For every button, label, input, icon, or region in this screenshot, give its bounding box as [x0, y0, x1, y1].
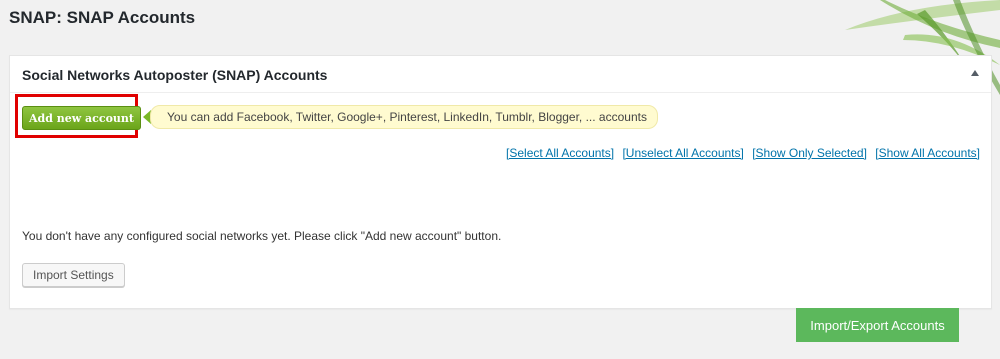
empty-accounts-message: You don't have any configured social net…	[22, 229, 502, 243]
add-account-hint: You can add Facebook, Twitter, Google+, …	[143, 105, 658, 129]
import-settings-button[interactable]: Import Settings	[22, 263, 125, 287]
accounts-panel: Social Networks Autoposter (SNAP) Accoun…	[9, 55, 992, 309]
page: SNAP: SNAP Accounts Social Networks Auto…	[0, 0, 1000, 359]
hint-text: You can add Facebook, Twitter, Google+, …	[150, 105, 658, 129]
select-all-accounts-link[interactable]: [Select All Accounts]	[506, 146, 614, 160]
import-export-accounts-button[interactable]: Import/Export Accounts	[796, 308, 959, 342]
panel-header: Social Networks Autoposter (SNAP) Accoun…	[10, 56, 991, 93]
account-selection-links: [Select All Accounts] [Unselect All Acco…	[501, 146, 980, 160]
page-title: SNAP: SNAP Accounts	[9, 8, 196, 27]
unselect-all-accounts-link[interactable]: [Unselect All Accounts]	[622, 146, 743, 160]
show-all-accounts-link[interactable]: [Show All Accounts]	[875, 146, 980, 160]
collapse-toggle-icon[interactable]	[971, 70, 979, 76]
show-only-selected-link[interactable]: [Show Only Selected]	[752, 146, 867, 160]
add-new-account-button[interactable]: Add new account	[22, 106, 141, 130]
panel-title: Social Networks Autoposter (SNAP) Accoun…	[22, 67, 328, 83]
